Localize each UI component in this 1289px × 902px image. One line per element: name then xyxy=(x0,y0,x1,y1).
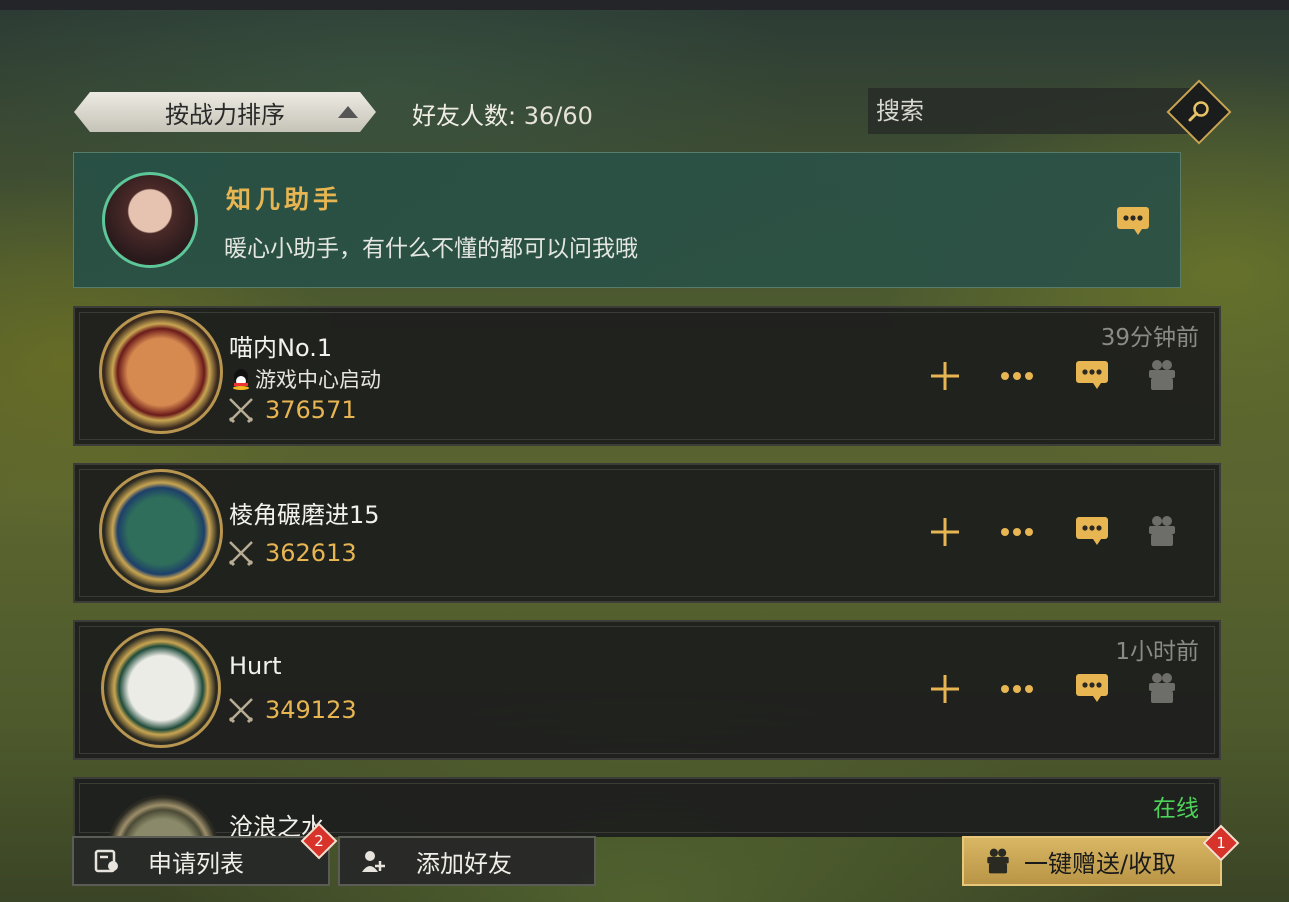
friend-power: 376571 xyxy=(227,396,357,424)
add-friend-button[interactable]: 添加好友 xyxy=(338,836,596,886)
assistant-name: 知几助手 xyxy=(226,185,343,214)
last-online-time: 39分钟前 xyxy=(1100,325,1199,351)
top-bar xyxy=(0,0,1289,10)
power-icon xyxy=(228,541,254,567)
add-friend-label: 添加好友 xyxy=(416,849,512,878)
search-input[interactable] xyxy=(868,88,1168,134)
friend-count-value: 36/60 xyxy=(523,102,593,130)
gift-icon[interactable] xyxy=(1145,514,1179,548)
friend-row[interactable]: Hurt 349123 1小时前 xyxy=(73,620,1221,760)
friend-status-text: 游戏中心启动 xyxy=(255,368,381,392)
sort-button[interactable]: 按战力排序 xyxy=(74,92,376,132)
gift-all-label: 一键赠送/收取 xyxy=(1024,849,1177,878)
chat-icon[interactable] xyxy=(1075,673,1109,703)
friend-avatar[interactable] xyxy=(99,469,223,593)
more-icon[interactable] xyxy=(997,524,1037,540)
more-icon[interactable] xyxy=(997,368,1037,384)
requests-icon xyxy=(94,849,118,873)
friend-power: 362613 xyxy=(227,539,357,567)
more-icon[interactable] xyxy=(997,681,1037,697)
last-online-time: 1小时前 xyxy=(1115,639,1199,665)
sort-label: 按战力排序 xyxy=(165,100,285,129)
chat-icon[interactable] xyxy=(1075,360,1109,390)
friend-row[interactable]: 棱角碾磨进15 362613 xyxy=(73,463,1221,603)
friend-avatar[interactable] xyxy=(107,795,219,837)
friend-name: 喵内No.1 xyxy=(229,334,333,362)
requests-button[interactable]: 申请列表 xyxy=(72,836,330,886)
gift-icon[interactable] xyxy=(1145,358,1179,392)
friend-status: 游戏中心启动 xyxy=(231,364,381,394)
sort-arrow-icon xyxy=(338,106,358,118)
add-friend-icon xyxy=(362,851,385,872)
add-icon[interactable] xyxy=(929,673,961,705)
friend-name: Hurt xyxy=(229,652,282,680)
chat-icon[interactable] xyxy=(1116,206,1150,236)
assistant-description: 暖心小助手，有什么不懂的都可以问我哦 xyxy=(224,236,638,262)
search-box xyxy=(868,88,1198,134)
assistant-row[interactable] xyxy=(73,152,1181,288)
power-icon xyxy=(228,398,254,424)
friend-avatar[interactable] xyxy=(101,628,221,748)
add-icon[interactable] xyxy=(929,516,961,548)
requests-label: 申请列表 xyxy=(148,849,244,878)
friend-name: 棱角碾磨进15 xyxy=(229,501,380,529)
friend-count: 好友人数: 36/60 xyxy=(412,96,593,131)
friend-row[interactable]: 沧浪之水 在线 xyxy=(73,777,1221,837)
friend-power: 349123 xyxy=(227,696,357,724)
search-icon xyxy=(1188,101,1209,122)
gift-badge-count: 1 xyxy=(1216,834,1226,852)
online-status: 在线 xyxy=(1153,796,1199,822)
friend-avatar[interactable] xyxy=(99,310,223,434)
friend-power-value: 349123 xyxy=(265,696,357,724)
requests-badge-count: 2 xyxy=(314,832,324,850)
power-icon xyxy=(228,698,254,724)
friend-count-label: 好友人数: xyxy=(412,102,517,130)
friend-power-value: 362613 xyxy=(265,539,357,567)
friend-power-value: 376571 xyxy=(265,396,357,424)
chat-icon[interactable] xyxy=(1075,516,1109,546)
add-icon[interactable] xyxy=(929,360,961,392)
friend-row[interactable]: 喵内No.1 游戏中心启动 376571 39分钟前 xyxy=(73,306,1221,446)
gift-icon xyxy=(987,848,1009,874)
gift-all-button[interactable]: 一键赠送/收取 xyxy=(962,836,1222,886)
gift-icon[interactable] xyxy=(1145,671,1179,705)
assistant-avatar[interactable] xyxy=(102,172,198,268)
qq-icon xyxy=(233,369,249,390)
